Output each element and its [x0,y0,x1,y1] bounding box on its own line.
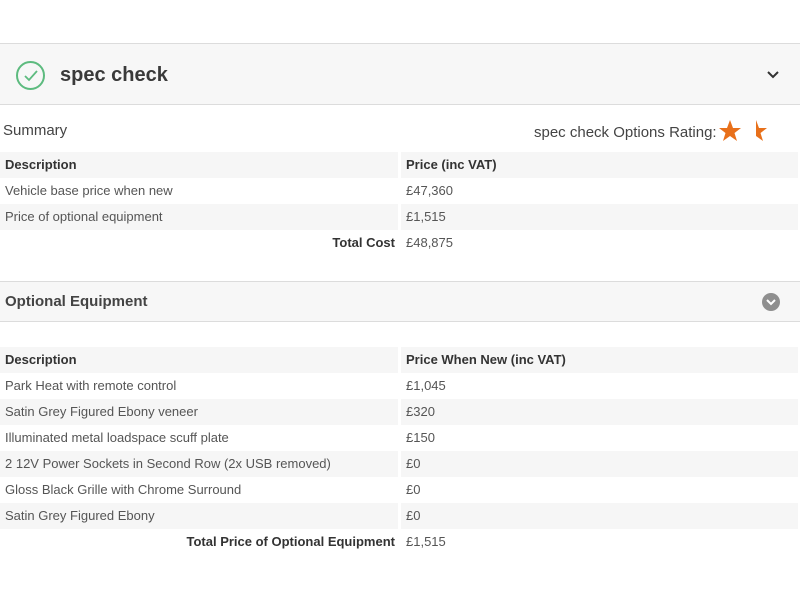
row-description: 2 12V Power Sockets in Second Row (2x US… [0,451,398,477]
table-row: Price of optional equipment £1,515 [0,204,800,230]
total-label: Total Price of Optional Equipment [186,534,396,549]
row-description: Vehicle base price when new [5,183,173,198]
row-price: £150 [406,430,435,445]
column-header-price: Price (inc VAT) [401,152,798,178]
table-row: Illuminated metal loadspace scuff plate … [0,425,800,451]
column-header-description: Description [0,347,398,373]
table-header-row: Description Price (inc VAT) [0,152,800,178]
table-row: Satin Grey Figured Ebony £0 [0,503,800,529]
summary-heading: Summary [3,122,68,139]
options-rating-stars [718,119,778,145]
row-price: £47,360 [406,183,453,198]
row-description: Price of optional equipment [0,204,398,230]
options-rating-label: spec check Options Rating: [534,124,717,141]
spec-check-title: spec check [60,64,168,86]
row-description: Park Heat with remote control [5,378,177,393]
row-price: £320 [401,399,798,425]
column-header-price: Price When New (inc VAT) [401,347,798,373]
row-price: £0 [406,482,421,497]
row-description: Satin Grey Figured Ebony [0,503,398,529]
optional-equipment-title: Optional Equipment [5,293,148,310]
star-full-icon [719,120,741,141]
total-value: £48,875 [406,235,453,250]
table-row: Vehicle base price when new £47,360 [0,178,800,204]
chevron-down-circle-icon[interactable] [762,293,780,311]
row-price: £1,045 [406,378,446,393]
row-price: £1,515 [401,204,798,230]
table-row: Satin Grey Figured Ebony veneer £320 [0,399,800,425]
check-circle-icon [16,61,45,90]
star-half-icon [756,120,767,141]
row-description: Satin Grey Figured Ebony veneer [0,399,398,425]
total-row: Total Cost £48,875 [0,230,800,256]
spec-check-header[interactable]: spec check [0,43,800,105]
table-row: Gloss Black Grille with Chrome Surround … [0,477,800,503]
row-description: Gloss Black Grille with Chrome Surround [5,482,242,497]
total-row: Total Price of Optional Equipment £1,515 [0,529,800,555]
table-header-row: Description Price When New (inc VAT) [0,347,800,373]
table-row: 2 12V Power Sockets in Second Row (2x US… [0,451,800,477]
total-value: £1,515 [406,534,446,549]
chevron-down-icon[interactable] [766,68,780,82]
summary-table: Description Price (inc VAT) Vehicle base… [0,152,800,256]
optional-equipment-table: Description Price When New (inc VAT) Par… [0,347,800,555]
total-label: Total Cost [332,235,395,250]
row-price: £0 [401,503,798,529]
row-price: £0 [401,451,798,477]
optional-equipment-header[interactable]: Optional Equipment [0,281,800,322]
table-row: Park Heat with remote control £1,045 [0,373,800,399]
column-header-description: Description [0,152,398,178]
row-description: Illuminated metal loadspace scuff plate [5,430,229,445]
